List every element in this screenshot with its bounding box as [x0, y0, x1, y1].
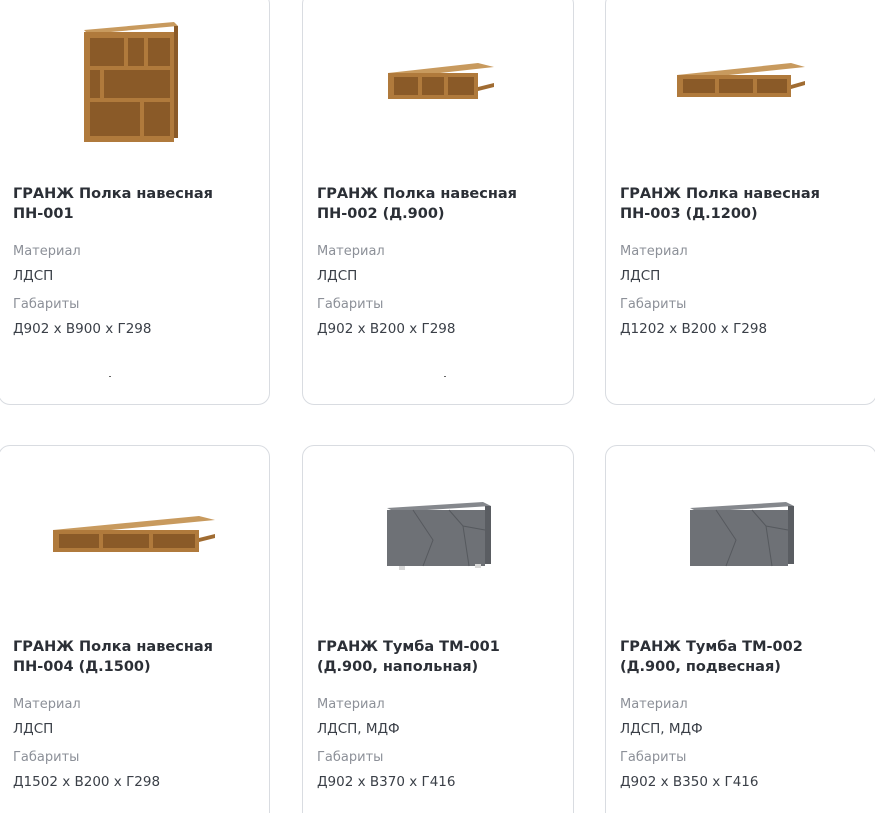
product-image[interactable]: [0, 0, 269, 173]
product-card[interactable]: ГРАНЖ Полка навесная ПН-002 (Д.900) Мате…: [302, 0, 574, 405]
dimensions-value: Д902 х В370 х Г416: [317, 774, 456, 790]
product-grid: ГРАНЖ Полка навесная ПН-001 Материал ЛДС…: [0, 0, 875, 813]
wall-shelf-image: [388, 63, 494, 99]
bookshelf-image: [84, 22, 178, 142]
product-card[interactable]: ГРАНЖ Полка навесная ПН-004 (Д.1500) Мат…: [0, 445, 270, 813]
wall-shelf-image: [53, 516, 215, 552]
product-title[interactable]: ГРАНЖ Полка навесная ПН-004 (Д.1500): [13, 637, 255, 677]
dimensions-value: Д902 х В350 х Г416: [620, 774, 759, 790]
dimensions-label: Габариты: [620, 750, 687, 765]
product-title[interactable]: ГРАНЖ Полка навесная ПН-002 (Д.900): [317, 184, 559, 224]
material-label: Материал: [317, 697, 385, 712]
dimensions-value: Д1502 х В200 х Г298: [13, 774, 161, 790]
product-title[interactable]: ГРАНЖ Полка навесная ПН-001: [13, 184, 255, 224]
dimensions-value: Д1202 х В200 х Г298: [620, 321, 768, 337]
product-image[interactable]: [303, 446, 573, 626]
material-label: Материал: [13, 244, 81, 259]
wall-shelf-image: [677, 63, 805, 97]
dimensions-label: Габариты: [317, 750, 384, 765]
image-indicator: [444, 376, 446, 377]
image-indicator: [109, 376, 111, 377]
material-value: ЛДСП, МДФ: [620, 721, 703, 737]
dimensions-value: Д902 х В200 х Г298: [317, 321, 456, 337]
dimensions-label: Габариты: [620, 297, 687, 312]
product-title[interactable]: ГРАНЖ Полка навесная ПН-003 (Д.1200): [620, 184, 862, 224]
product-card[interactable]: ГРАНЖ Полка навесная ПН-001 Материал ЛДС…: [0, 0, 270, 405]
product-title[interactable]: ГРАНЖ Тумба ТМ-002 (Д.900, подвесная): [620, 637, 862, 677]
dimensions-label: Габариты: [13, 750, 80, 765]
material-label: Материал: [620, 697, 688, 712]
dimensions-label: Габариты: [317, 297, 384, 312]
product-image[interactable]: [303, 0, 573, 173]
material-value: ЛДСП, МДФ: [317, 721, 400, 737]
product-title[interactable]: ГРАНЖ Тумба ТМ-001 (Д.900, напольная): [317, 637, 559, 677]
tv-stand-image: [690, 502, 794, 567]
material-label: Материал: [620, 244, 688, 259]
product-card[interactable]: ГРАНЖ Тумба ТМ-002 (Д.900, подвесная) Ма…: [605, 445, 875, 813]
product-image[interactable]: [606, 0, 875, 173]
product-card[interactable]: ГРАНЖ Тумба ТМ-001 (Д.900, напольная) Ма…: [302, 445, 574, 813]
material-value: ЛДСП: [317, 268, 358, 284]
dimensions-value: Д902 х В900 х Г298: [13, 321, 152, 337]
product-image[interactable]: [606, 446, 875, 626]
material-label: Материал: [13, 697, 81, 712]
product-image[interactable]: [0, 446, 269, 626]
dimensions-label: Габариты: [13, 297, 80, 312]
product-card[interactable]: ГРАНЖ Полка навесная ПН-003 (Д.1200) Мат…: [605, 0, 875, 405]
material-value: ЛДСП: [13, 268, 54, 284]
material-label: Материал: [317, 244, 385, 259]
material-value: ЛДСП: [620, 268, 661, 284]
material-value: ЛДСП: [13, 721, 54, 737]
tv-stand-image: [387, 502, 491, 570]
